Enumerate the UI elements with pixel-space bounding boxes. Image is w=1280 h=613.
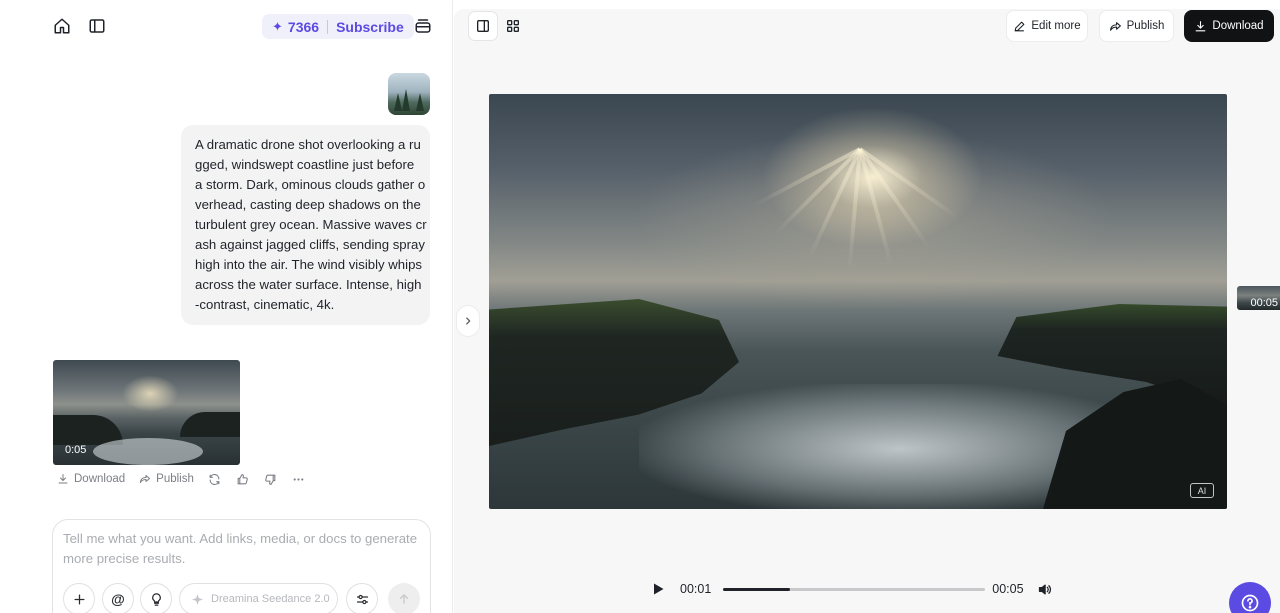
prompt-line: turbulent grey ocean. Massive waves cr xyxy=(195,217,427,232)
sun-ray xyxy=(858,147,931,249)
download-label: Download xyxy=(1212,20,1264,32)
thumbs-down-icon xyxy=(265,474,276,485)
edit-more-button[interactable]: Edit more xyxy=(1006,10,1088,42)
chat-topbar: ✦ 7366 Subscribe xyxy=(0,0,453,52)
credits-subscribe-pill[interactable]: ✦ 7366 Subscribe xyxy=(262,14,414,39)
prompt-line: across the water surface. Intense, high xyxy=(195,277,422,292)
volume-icon xyxy=(1038,584,1052,594)
video-preview[interactable]: AI xyxy=(489,94,1227,509)
current-time: 00:01 xyxy=(680,582,712,596)
tree-shape xyxy=(416,93,424,111)
play-button[interactable] xyxy=(644,577,672,601)
prompt-composer: @ Dreamina Seedance 2.0 xyxy=(52,519,431,613)
prompt-input[interactable] xyxy=(63,529,418,573)
more-options-button[interactable] xyxy=(292,472,306,486)
sun-ray xyxy=(773,147,862,236)
prompt-line: a storm. Dark, ominous clouds gather o xyxy=(195,177,426,192)
download-icon xyxy=(58,474,68,484)
video-duration: 0:05 xyxy=(65,444,87,456)
model-selector[interactable]: Dreamina Seedance 2.0 xyxy=(179,583,338,613)
model-name: Dreamina Seedance 2.0 xyxy=(211,593,330,605)
play-icon xyxy=(653,583,663,595)
progress-slider[interactable] xyxy=(723,587,986,591)
grid-view-button[interactable] xyxy=(498,11,528,41)
view-toggle xyxy=(468,11,532,41)
arrow-up-icon xyxy=(399,594,409,604)
download-button[interactable]: Download xyxy=(1184,10,1274,42)
refresh-icon xyxy=(209,473,220,485)
ai-generated-badge: AI xyxy=(1190,483,1214,498)
volume-button[interactable] xyxy=(1036,580,1054,598)
mention-button[interactable]: @ xyxy=(102,583,134,613)
inspiration-button[interactable] xyxy=(140,583,172,613)
preview-panel: Edit more Publish Download AI 00:05 00:0… xyxy=(454,9,1280,613)
home-icon xyxy=(54,18,70,34)
generated-video-thumbnail[interactable]: 0:05 xyxy=(53,360,240,465)
tree-shape xyxy=(394,93,402,111)
share-icon xyxy=(1109,21,1121,31)
prompt-line: A dramatic drone shot overlooking a ru xyxy=(195,137,421,152)
thumbs-up-icon xyxy=(238,473,249,484)
pencil-icon xyxy=(1015,21,1025,31)
grid-icon xyxy=(507,19,519,32)
result-actions: Download Publish xyxy=(57,470,320,488)
collapse-chat-button[interactable] xyxy=(456,305,480,337)
plus-icon xyxy=(74,594,84,604)
progress-fill xyxy=(723,587,791,591)
chevron-right-icon xyxy=(466,317,471,325)
publish-result-button[interactable]: Publish xyxy=(139,473,194,485)
video-player-controls: 00:01 00:05 xyxy=(644,577,1054,601)
download-icon xyxy=(1196,20,1206,31)
single-view-button[interactable] xyxy=(468,11,498,41)
user-prompt-bubble: A dramatic drone shot overlooking a ru g… xyxy=(181,125,430,325)
stack-icon xyxy=(415,19,431,33)
chat-panel: ✦ 7366 Subscribe A dramatic drone shot o… xyxy=(0,0,453,613)
help-icon xyxy=(1241,594,1259,612)
reference-image-thumbnail[interactable] xyxy=(388,73,430,115)
send-button[interactable] xyxy=(388,583,420,613)
add-attachment-button[interactable] xyxy=(63,583,95,613)
dislike-button[interactable] xyxy=(264,472,278,486)
share-icon xyxy=(140,475,151,483)
prompt-line: verhead, casting deep shadows on the xyxy=(195,197,421,212)
prompt-line: high into the air. The wind visibly whip… xyxy=(195,257,422,272)
more-horizontal-icon xyxy=(294,477,304,481)
home-button[interactable] xyxy=(48,12,76,40)
lightbulb-icon xyxy=(151,592,161,606)
sliders-icon xyxy=(356,594,368,604)
prompt-line: gged, windswept coastline just before xyxy=(195,157,415,172)
tree-shape xyxy=(402,89,410,111)
credits-count: 7366 xyxy=(287,18,320,35)
publish-label: Publish xyxy=(1126,20,1165,32)
subscribe-link[interactable]: Subscribe xyxy=(336,19,404,35)
settings-button[interactable] xyxy=(346,583,378,613)
at-icon: @ xyxy=(111,591,125,607)
single-view-icon xyxy=(477,20,489,32)
divider xyxy=(327,19,329,34)
publish-label: Publish xyxy=(156,473,194,485)
total-time: 00:05 xyxy=(992,582,1024,596)
prompt-line: ash against jagged cliffs, sending spray xyxy=(195,237,425,252)
edit-more-label: Edit more xyxy=(1031,20,1081,32)
wave-foam xyxy=(93,438,203,465)
like-button[interactable] xyxy=(236,472,250,486)
model-logo-icon xyxy=(192,593,203,605)
stack-button[interactable] xyxy=(409,12,437,40)
sparkle-icon: ✦ xyxy=(272,18,283,34)
publish-button[interactable]: Publish xyxy=(1099,10,1174,42)
regenerate-button[interactable] xyxy=(208,472,222,486)
sidebar-toggle-icon xyxy=(89,19,105,33)
cliff-shape xyxy=(180,412,240,437)
download-label: Download xyxy=(74,473,126,485)
download-result-button[interactable]: Download xyxy=(57,473,125,485)
timeline-thumbnail[interactable]: 00:05 xyxy=(1237,286,1280,310)
timeline-thumbnail-duration: 00:05 xyxy=(1250,297,1278,309)
sidebar-toggle-button[interactable] xyxy=(83,12,111,40)
prompt-line: -contrast, cinematic, 4k. xyxy=(195,297,335,312)
